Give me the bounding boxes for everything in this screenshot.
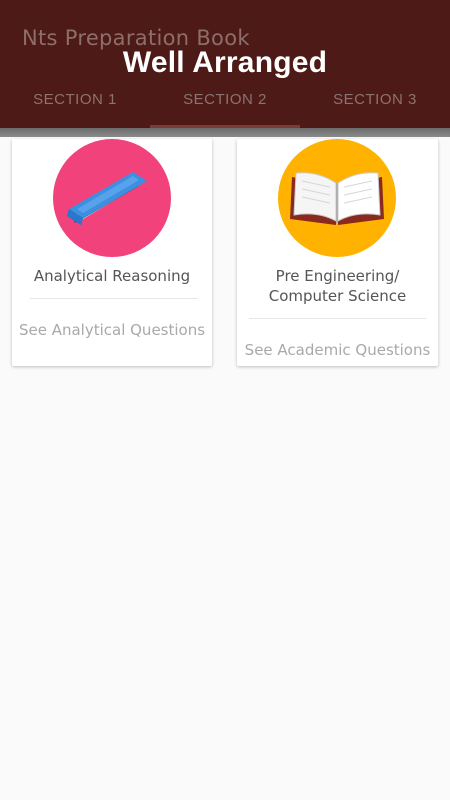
card-divider [249, 318, 426, 319]
card-title: Pre Engineering/ Computer Science [268, 267, 407, 305]
banner-text: Well Arranged [122, 46, 328, 79]
see-academic-questions-link[interactable]: See Academic Questions [237, 340, 438, 360]
card-divider [30, 298, 198, 299]
section-tabs: SECTION 1 SECTION 2 SECTION 3 [0, 86, 450, 126]
app-bar-shadow [0, 128, 450, 137]
see-analytical-questions-link[interactable]: See Analytical Questions [12, 320, 212, 340]
pre-engineering-card[interactable]: Pre Engineering/ Computer Science See Ac… [237, 139, 438, 366]
tab-section-2[interactable]: SECTION 2 [150, 86, 300, 126]
tab-section-1[interactable]: SECTION 1 [0, 86, 150, 126]
tab-section-3[interactable]: SECTION 3 [300, 86, 450, 126]
closed-book-icon [53, 139, 171, 257]
analytical-reasoning-card[interactable]: Analytical Reasoning See Analytical Ques… [12, 139, 212, 366]
app-bar: Nts Preparation Book Well Arranged SECTI… [0, 0, 450, 128]
open-book-icon [278, 139, 396, 257]
card-title: Analytical Reasoning [33, 267, 191, 285]
